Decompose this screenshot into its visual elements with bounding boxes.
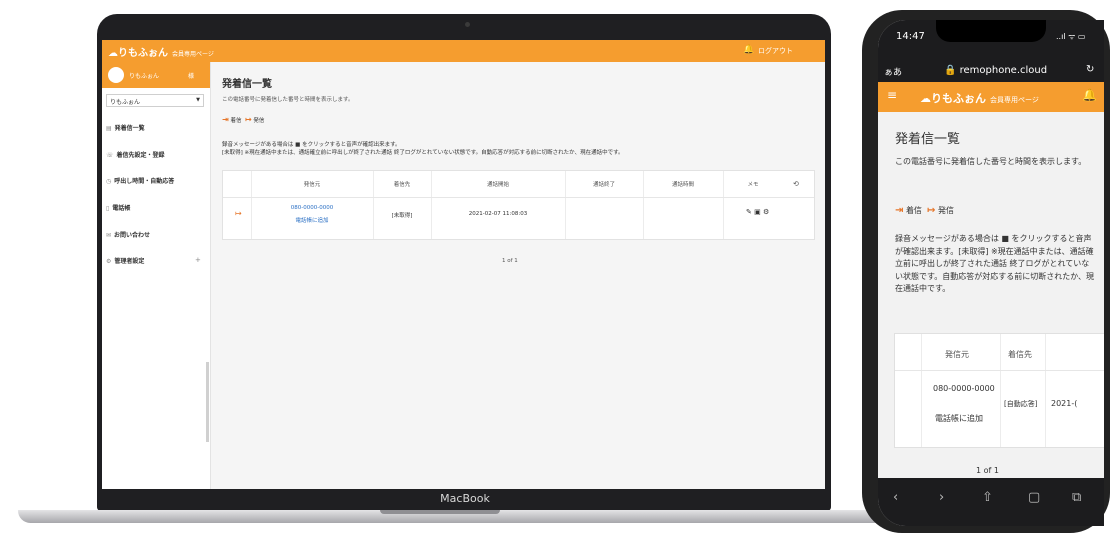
user-name: りもふぉん [129,73,160,80]
back-icon[interactable]: ‹ [893,490,898,505]
logout-link[interactable]: ログアウト [758,46,793,56]
note-text: 録音メッセージがある場合は ■ をクリックすると音声が確認出来ます。[未取得] … [895,234,1095,293]
outgoing-icon: ↦ [927,205,936,216]
gear-icon: ⚙ [106,258,112,265]
start-time-cell: 2021-( [1051,399,1078,408]
divider [1000,334,1001,447]
laptop-brand-label: MacBook [440,492,490,505]
address-bar[interactable]: ぁあ 🔒 remophone.cloud ↻ [878,60,1104,82]
sidebar-scrollbar[interactable] [206,362,209,442]
list-icon: ▤ [106,125,112,132]
browser-toolbar: ‹ › ⇧ ▢ ⧉ [878,478,1104,526]
column-header: メモ [747,182,759,188]
forward-icon[interactable]: › [939,490,944,505]
url-text[interactable]: 🔒 remophone.cloud [944,65,1047,76]
column-header: 発信元 [303,182,321,188]
signal-icon: ..ıl ᯤ ▭ [1056,32,1086,41]
sidebar-item-call-list[interactable]: ▤ 発着信一覧 [106,123,145,132]
start-time-cell: 2021-02-07 11:08:03 [468,211,528,217]
status-time: 14:47 [896,31,925,42]
divider [921,334,922,447]
callee-cell: [未取得] [391,213,413,219]
avatar [108,67,124,83]
note-recording: 録音メッセージがある場合は ■ をクリックすると音声が確認出来ます。 [222,142,401,148]
pagination: 1 of 1 [976,466,999,475]
tabs-icon[interactable]: ⧉ [1072,490,1081,505]
gear-icon[interactable]: ⚙ [763,208,769,216]
column-header: 着信先 [393,182,411,188]
caller-number-link[interactable]: 080-0000-0000 [933,384,995,393]
bell-icon[interactable]: 🔔 [743,45,754,55]
pagination: 1 of 1 [502,258,518,264]
divider [895,370,1104,371]
sidebar-item-ring-time[interactable]: ◷ 呼出し時間・自動応答 [106,176,174,185]
user-panel: りもふぉん 様 [102,62,210,88]
incoming-icon: ⇥ [222,115,229,124]
trash-icon[interactable]: ▣ [754,208,761,216]
book-icon: ▯ [106,205,110,212]
outgoing-icon: ↦ [244,115,252,124]
add-to-phonebook-link[interactable]: 電話帳に追加 [251,216,373,224]
bell-icon[interactable]: 🔔 [1082,88,1097,102]
sidebar-item-admin[interactable]: ⚙ 管理者設定 [106,256,144,265]
reload-icon[interactable]: ↻ [1086,64,1094,75]
sidebar-item-destination[interactable]: ☏ 着信先設定・登録 [106,150,165,159]
legend: ⇥ 着信 ↦ 発信 [222,115,265,124]
column-header: 着信先 [1008,350,1032,359]
column-header: 通話終了 [592,182,615,188]
clock-icon: ◷ [106,178,112,185]
incoming-icon: ⇥ [895,205,904,216]
phone-notch [936,20,1046,42]
call-table: 発信元 着信先 080-0000-0000 電話帳に追加 [自動応答] 2021… [894,333,1104,448]
column-header: 通話時間 [671,182,694,188]
outgoing-icon: ↦ [235,209,242,218]
add-to-phonebook-link[interactable]: 電話帳に追加 [935,413,983,424]
share-icon[interactable]: ⇧ [982,490,993,505]
row-actions: ✎ ▣ ⚙ [746,208,769,216]
user-suffix: 様 [188,73,195,80]
account-select[interactable]: りもふぉん ▼ [106,94,204,107]
column-header: 発信元 [945,350,969,359]
chevron-down-icon: ▼ [196,97,200,103]
phone-icon: ☏ [106,152,114,159]
status-bar: 14:47 ..ıl ᯤ ▭ [878,20,1104,60]
legend: ⇥ 着信 ↦ 発信 [895,205,954,216]
call-table: 発信元 着信先 通話開始 通話終了 通話時間 メモ ⟲ ↦ 080-0000-0… [222,170,815,240]
logo[interactable]: ☁︎りもふぉん 会員専用ページ [108,44,214,59]
mail-icon: ✉ [106,232,112,239]
refresh-icon[interactable]: ⟲ [793,180,799,188]
note-unavailable: [未取得] ※現在通話中または、通話確立前に呼出しが終了された通話 終了ログがと… [222,150,624,156]
sidebar-item-phonebook[interactable]: ▯ 電話帳 [106,203,130,212]
caller-number-link[interactable]: 080-0000-0000 [251,205,373,211]
phone-screen: 14:47 ..ıl ᯤ ▭ ぁあ 🔒 remophone.cloud ↻ ≡ … [878,20,1104,526]
sidebar-item-contact[interactable]: ✉ お問い合わせ [106,230,150,239]
divider [1045,334,1046,447]
divider [223,197,814,198]
callee-cell: [自動応答] [1004,400,1038,408]
logo[interactable]: ☁︎りもふぉん 会員専用ページ [920,90,1039,106]
lock-icon: 🔒 [944,65,957,76]
page-title: 発着信一覧 [222,79,272,90]
bookmarks-icon[interactable]: ▢ [1028,490,1040,505]
column-header: 通話開始 [486,182,509,188]
laptop-header: ☁︎りもふぉん 会員専用ページ 🔔 ログアウト [102,40,825,62]
text-size-button[interactable]: ぁあ [884,65,902,78]
page-title: 発着信一覧 [895,132,961,147]
menu-icon[interactable]: ≡ [887,88,897,102]
pencil-icon[interactable]: ✎ [746,208,752,216]
sidebar: りもふぉん 様 りもふぉん ▼ ▤ 発着信一覧 ☏ 着信先設定・登録 ◷ 呼出し時間・自… [102,62,211,489]
page-description: この電話番号に発着信した番号と時間を表示します。 [222,97,354,103]
page-description: この電話番号に発着信した番号と時間を表示します。 [895,157,1087,166]
laptop-base-notch [380,510,500,514]
main-content: 発着信一覧 この電話番号に発着信した番号と時間を表示します。 ⇥ 着信 ↦ 発信… [222,62,822,489]
phone-header: ≡ ☁︎りもふぉん 会員専用ページ 🔔 [878,82,1104,112]
laptop-screen: ☁︎りもふぉん 会員専用ページ 🔔 ログアウト りもふぉん 様 りもふぉん ▼ ▤ 発… [102,40,825,489]
expand-icon[interactable]: + [195,256,201,264]
laptop-camera [465,22,470,27]
